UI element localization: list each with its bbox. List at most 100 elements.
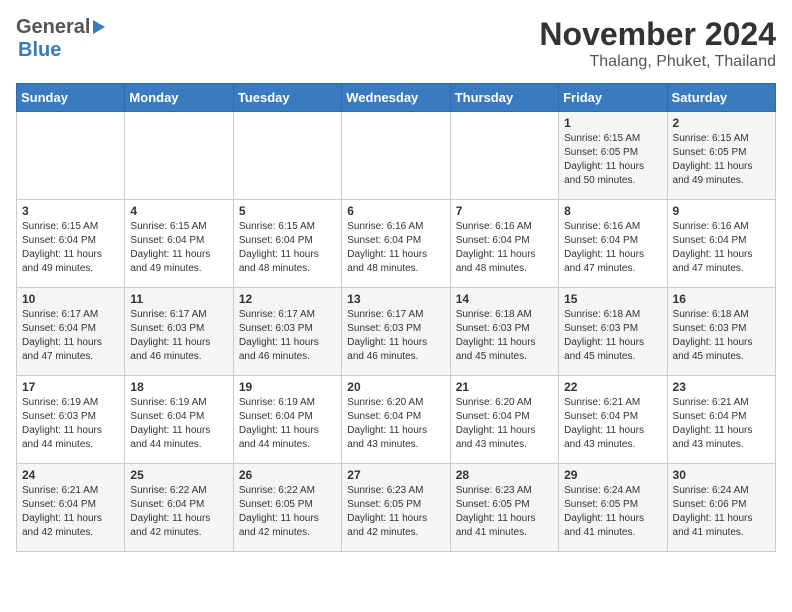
cell-info: Sunrise: 6:16 AM Sunset: 6:04 PM Dayligh…: [564, 220, 661, 276]
cell-info: Sunrise: 6:15 AM Sunset: 6:05 PM Dayligh…: [673, 132, 770, 188]
calendar-cell: 29Sunrise: 6:24 AM Sunset: 6:05 PM Dayli…: [559, 464, 667, 552]
cell-info: Sunrise: 6:18 AM Sunset: 6:03 PM Dayligh…: [673, 308, 770, 364]
cell-info: Sunrise: 6:18 AM Sunset: 6:03 PM Dayligh…: [456, 308, 553, 364]
calendar-cell: 10Sunrise: 6:17 AM Sunset: 6:04 PM Dayli…: [17, 288, 125, 376]
cell-info: Sunrise: 6:21 AM Sunset: 6:04 PM Dayligh…: [22, 484, 119, 540]
calendar-cell: 26Sunrise: 6:22 AM Sunset: 6:05 PM Dayli…: [233, 464, 341, 552]
day-number: 30: [673, 468, 770, 482]
cell-info: Sunrise: 6:24 AM Sunset: 6:05 PM Dayligh…: [564, 484, 661, 540]
cell-info: Sunrise: 6:19 AM Sunset: 6:04 PM Dayligh…: [239, 396, 336, 452]
calendar-cell: 25 Sunrise: 6:22 AM Sunset: 6:04 PM Dayli…: [125, 464, 233, 552]
logo: General Blue: [16, 16, 105, 62]
calendar-cell: 15 Sunrise: 6:18 AM Sunset: 6:03 PM Dayli…: [559, 288, 667, 376]
main-title: November 2024: [539, 16, 776, 53]
day-number: 7: [456, 204, 553, 218]
calendar-week-row: 10Sunrise: 6:17 AM Sunset: 6:04 PM Dayli…: [17, 288, 776, 376]
calendar-cell: 27 Sunrise: 6:23 AM Sunset: 6:05 PM Dayli…: [342, 464, 450, 552]
day-number: 16: [673, 292, 770, 306]
day-number: 2: [673, 116, 770, 130]
cell-info: Sunrise: 6:15 AM Sunset: 6:04 PM Dayligh…: [130, 220, 227, 276]
cell-info: Sunrise: 6:17 AM Sunset: 6:04 PM Dayligh…: [22, 308, 119, 364]
day-number: 22: [564, 380, 661, 394]
cell-info: Sunrise: 6:21 AM Sunset: 6:04 PM Dayligh…: [673, 396, 770, 452]
calendar-week-row: 1 Sunrise: 6:15 AM Sunset: 6:05 PM Daylig…: [17, 112, 776, 200]
weekday-header-cell: Wednesday: [342, 84, 450, 112]
day-number: 14: [456, 292, 553, 306]
weekday-header-cell: Monday: [125, 84, 233, 112]
calendar-cell: 28Sunrise: 6:23 AM Sunset: 6:05 PM Dayli…: [450, 464, 558, 552]
cell-info: Sunrise: 6:23 AM Sunset: 6:05 PM Dayligh…: [347, 484, 444, 540]
day-number: 11: [130, 292, 227, 306]
day-number: 9: [673, 204, 770, 218]
calendar-cell: 9 Sunrise: 6:16 AM Sunset: 6:04 PM Daylig…: [667, 200, 775, 288]
day-number: 25: [130, 468, 227, 482]
cell-info: Sunrise: 6:15 AM Sunset: 6:04 PM Dayligh…: [239, 220, 336, 276]
day-number: 18: [130, 380, 227, 394]
day-number: 1: [564, 116, 661, 130]
calendar-cell: 11 Sunrise: 6:17 AM Sunset: 6:03 PM Dayli…: [125, 288, 233, 376]
weekday-header-cell: Thursday: [450, 84, 558, 112]
day-number: 13: [347, 292, 444, 306]
logo-arrow-icon: [93, 20, 105, 34]
day-number: 27: [347, 468, 444, 482]
weekday-header-cell: Sunday: [17, 84, 125, 112]
day-number: 23: [673, 380, 770, 394]
calendar-week-row: 3 Sunrise: 6:15 AM Sunset: 6:04 PM Daylig…: [17, 200, 776, 288]
cell-info: Sunrise: 6:18 AM Sunset: 6:03 PM Dayligh…: [564, 308, 661, 364]
calendar-cell: 20 Sunrise: 6:20 AM Sunset: 6:04 PM Dayli…: [342, 376, 450, 464]
calendar-cell: 13Sunrise: 6:17 AM Sunset: 6:03 PM Dayli…: [342, 288, 450, 376]
calendar-week-row: 17Sunrise: 6:19 AM Sunset: 6:03 PM Dayli…: [17, 376, 776, 464]
cell-info: Sunrise: 6:22 AM Sunset: 6:04 PM Dayligh…: [130, 484, 227, 540]
calendar-cell: 6 Sunrise: 6:16 AM Sunset: 6:04 PM Daylig…: [342, 200, 450, 288]
sub-title: Thalang, Phuket, Thailand: [539, 53, 776, 71]
logo-general-text: General: [16, 16, 90, 39]
cell-info: Sunrise: 6:21 AM Sunset: 6:04 PM Dayligh…: [564, 396, 661, 452]
cell-info: Sunrise: 6:20 AM Sunset: 6:04 PM Dayligh…: [347, 396, 444, 452]
calendar-cell: [233, 112, 341, 200]
cell-info: Sunrise: 6:15 AM Sunset: 6:05 PM Dayligh…: [564, 132, 661, 188]
calendar-cell: 17Sunrise: 6:19 AM Sunset: 6:03 PM Dayli…: [17, 376, 125, 464]
cell-info: Sunrise: 6:17 AM Sunset: 6:03 PM Dayligh…: [130, 308, 227, 364]
calendar-cell: [125, 112, 233, 200]
cell-info: Sunrise: 6:19 AM Sunset: 6:03 PM Dayligh…: [22, 396, 119, 452]
day-number: 6: [347, 204, 444, 218]
weekday-header-cell: Friday: [559, 84, 667, 112]
calendar-cell: 22 Sunrise: 6:21 AM Sunset: 6:04 PM Dayli…: [559, 376, 667, 464]
calendar-cell: 24 Sunrise: 6:21 AM Sunset: 6:04 PM Dayli…: [17, 464, 125, 552]
page-header: General Blue November 2024 Thalang, Phuk…: [16, 16, 776, 71]
cell-info: Sunrise: 6:19 AM Sunset: 6:04 PM Dayligh…: [130, 396, 227, 452]
cell-info: Sunrise: 6:24 AM Sunset: 6:06 PM Dayligh…: [673, 484, 770, 540]
cell-info: Sunrise: 6:20 AM Sunset: 6:04 PM Dayligh…: [456, 396, 553, 452]
cell-info: Sunrise: 6:16 AM Sunset: 6:04 PM Dayligh…: [456, 220, 553, 276]
day-number: 19: [239, 380, 336, 394]
day-number: 21: [456, 380, 553, 394]
calendar-table: SundayMondayTuesdayWednesdayThursdayFrid…: [16, 83, 776, 552]
title-block: November 2024 Thalang, Phuket, Thailand: [539, 16, 776, 71]
day-number: 12: [239, 292, 336, 306]
calendar-cell: 18 Sunrise: 6:19 AM Sunset: 6:04 PM Dayli…: [125, 376, 233, 464]
weekday-header-cell: Saturday: [667, 84, 775, 112]
calendar-cell: 5Sunrise: 6:15 AM Sunset: 6:04 PM Daylig…: [233, 200, 341, 288]
day-number: 3: [22, 204, 119, 218]
calendar-cell: 4 Sunrise: 6:15 AM Sunset: 6:04 PM Daylig…: [125, 200, 233, 288]
calendar-week-row: 24 Sunrise: 6:21 AM Sunset: 6:04 PM Dayli…: [17, 464, 776, 552]
day-number: 24: [22, 468, 119, 482]
logo-blue-text: Blue: [18, 39, 61, 62]
cell-info: Sunrise: 6:22 AM Sunset: 6:05 PM Dayligh…: [239, 484, 336, 540]
calendar-cell: 8Sunrise: 6:16 AM Sunset: 6:04 PM Daylig…: [559, 200, 667, 288]
calendar-cell: 30 Sunrise: 6:24 AM Sunset: 6:06 PM Dayli…: [667, 464, 775, 552]
day-number: 15: [564, 292, 661, 306]
day-number: 4: [130, 204, 227, 218]
calendar-cell: 7 Sunrise: 6:16 AM Sunset: 6:04 PM Daylig…: [450, 200, 558, 288]
calendar-cell: 16 Sunrise: 6:18 AM Sunset: 6:03 PM Dayli…: [667, 288, 775, 376]
cell-info: Sunrise: 6:16 AM Sunset: 6:04 PM Dayligh…: [673, 220, 770, 276]
calendar-cell: [450, 112, 558, 200]
cell-info: Sunrise: 6:16 AM Sunset: 6:04 PM Dayligh…: [347, 220, 444, 276]
calendar-cell: 3Sunrise: 6:15 AM Sunset: 6:04 PM Daylig…: [17, 200, 125, 288]
weekday-header-cell: Tuesday: [233, 84, 341, 112]
calendar-cell: [17, 112, 125, 200]
day-number: 20: [347, 380, 444, 394]
calendar-body: 1 Sunrise: 6:15 AM Sunset: 6:05 PM Daylig…: [17, 112, 776, 552]
cell-info: Sunrise: 6:17 AM Sunset: 6:03 PM Dayligh…: [239, 308, 336, 364]
weekday-header-row: SundayMondayTuesdayWednesdayThursdayFrid…: [17, 84, 776, 112]
